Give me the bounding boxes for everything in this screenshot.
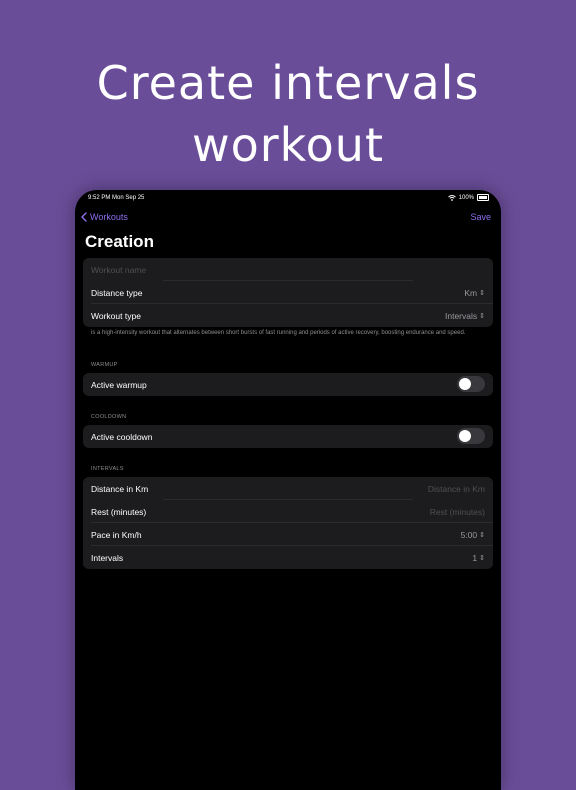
pace-row[interactable]: Pace in Km/h 5:00 ⇕ [83,523,493,546]
rest-row: Rest (minutes) Rest (minutes) [83,500,493,523]
intervals-count-value: 1 [472,553,478,563]
pace-label: Pace in Km/h [91,530,142,540]
device-screen: 9:52 PM Mon Sep 25 100% Workouts Save Cr… [75,190,501,790]
status-bar: 9:52 PM Mon Sep 25 100% [75,194,501,206]
workout-type-row[interactable]: Workout type Intervals ⇕ [83,304,493,327]
chevron-left-icon [81,212,87,222]
distance-type-value: Km [464,288,478,298]
toggle-knob [459,430,471,442]
rest-input[interactable]: Rest (minutes) [430,507,485,517]
distance-type-row[interactable]: Distance type Km ⇕ [83,281,493,304]
save-button[interactable]: Save [470,212,491,222]
warmup-section-label: WARMUP [91,362,118,368]
wifi-icon [447,194,456,201]
distance-input[interactable]: Distance in Km [428,484,485,494]
workout-name-row[interactable]: Workout name [83,258,493,281]
intervals-count-label: Intervals [91,553,124,563]
intervals-section-label: INTERVALS [91,466,124,472]
back-button[interactable]: Workouts [81,212,128,222]
navigation-bar: Workouts Save [75,210,501,226]
active-cooldown-toggle[interactable] [457,428,485,444]
workout-name-input[interactable]: Workout name [91,265,146,275]
headline: Create intervals workout [0,52,576,176]
page-title: Creation [85,232,154,251]
workout-description: is a high-intensity workout that alterna… [91,330,466,336]
back-button-label: Workouts [90,212,128,222]
workout-type-picker[interactable]: Intervals ⇕ [445,311,485,321]
distance-label: Distance in Km [91,484,149,494]
chevron-updown-icon: ⇕ [479,554,485,562]
cooldown-group: Active cooldown [83,425,493,448]
intervals-group: Distance in Km Distance in Km Rest (minu… [83,477,493,569]
workout-type-label: Workout type [91,311,141,321]
battery-icon [477,194,489,201]
workout-type-value: Intervals [445,311,478,321]
battery-percent: 100% [458,194,474,201]
workout-form-group: Workout name Distance type Km ⇕ Workout … [83,258,493,327]
distance-row: Distance in Km Distance in Km [83,477,493,500]
headline-line-2: workout [191,118,384,172]
intervals-count-picker[interactable]: 1 ⇕ [472,553,485,563]
headline-line-1: Create intervals [96,56,480,110]
pace-picker[interactable]: 5:00 ⇕ [461,530,485,540]
rest-label: Rest (minutes) [91,507,147,517]
warmup-group: Active warmup [83,373,493,396]
chevron-updown-icon: ⇕ [479,289,485,297]
toggle-knob [459,378,471,390]
active-warmup-row: Active warmup [83,373,493,396]
status-time: 9:52 PM Mon Sep 25 [88,195,145,201]
active-warmup-label: Active warmup [91,380,147,390]
chevron-updown-icon: ⇕ [479,531,485,539]
distance-type-label: Distance type [91,288,143,298]
active-warmup-toggle[interactable] [457,376,485,392]
pace-value: 5:00 [460,530,478,540]
cooldown-section-label: COOLDOWN [91,414,127,420]
active-cooldown-label: Active cooldown [91,432,153,442]
status-right: 100% [447,194,489,201]
distance-type-picker[interactable]: Km ⇕ [464,288,485,298]
active-cooldown-row: Active cooldown [83,425,493,448]
intervals-count-row[interactable]: Intervals 1 ⇕ [83,546,493,569]
chevron-updown-icon: ⇕ [479,312,485,320]
